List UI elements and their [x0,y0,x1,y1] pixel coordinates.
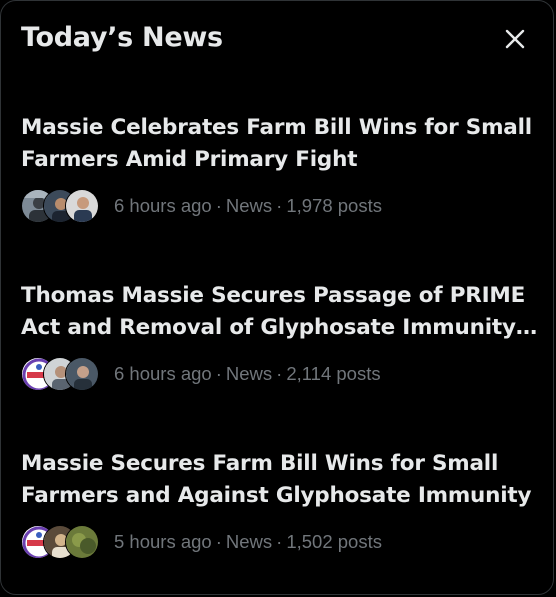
news-item-title: Massie Celebrates Farm Bill Wins for Sma… [21,115,532,172]
todays-news-panel: Today’s News Massie Celebrates Farm Bill… [0,0,554,595]
news-item-meta: 6 hours ago · News · 1,978 posts [21,188,539,224]
close-icon [505,29,525,49]
news-item-time: 6 hours ago [114,363,212,384]
close-button[interactable] [499,23,531,55]
news-item-category: News [225,531,273,552]
news-item[interactable]: Massie Secures Farm Bill Wins for Small … [21,448,539,560]
news-item-post-count: 2,114 posts [286,363,381,384]
news-item-title: Thomas Massie Secures Passage of PRIME A… [21,283,526,340]
news-item-post-count: 1,978 posts [286,195,382,216]
avatar [65,189,99,223]
news-item-category: News [225,195,273,216]
avatar [65,357,99,391]
news-item-info: 6 hours ago · News · 2,114 posts [114,363,381,384]
avatar-group [21,357,101,391]
news-item-info: 6 hours ago · News · 1,978 posts [114,195,382,216]
news-item-time: 5 hours ago [114,531,212,552]
panel-title: Today’s News [21,22,223,53]
news-item-title: Massie Secures Farm Bill Wins for Small … [21,451,532,508]
news-item-meta: 6 hours ago · News · 2,114 posts [21,356,539,392]
avatar-group [21,525,101,559]
news-item-time: 6 hours ago [114,195,212,216]
news-item[interactable]: Thomas Massie Secures Passage of PRIME A… [21,280,539,392]
news-item-meta: 5 hours ago · News · 1,502 posts [21,524,539,560]
news-item-info: 5 hours ago · News · 1,502 posts [114,531,382,552]
news-item-post-count: 1,502 posts [286,531,382,552]
avatar [65,525,99,559]
news-item[interactable]: Massie Celebrates Farm Bill Wins for Sma… [21,112,539,224]
avatar-group [21,189,101,223]
news-item-category: News [225,363,273,384]
